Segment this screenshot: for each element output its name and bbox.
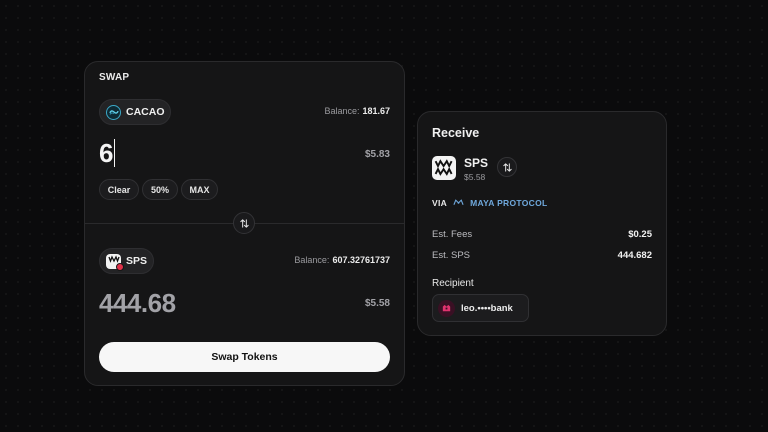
sps-token-icon: [432, 156, 456, 180]
recipient-label: Recipient: [432, 278, 474, 289]
to-token-selector[interactable]: SPS: [99, 248, 154, 274]
fees-value: $0.25: [628, 229, 652, 240]
clear-button[interactable]: Clear: [99, 179, 139, 200]
to-amount-value: 444.68: [99, 288, 176, 318]
route-info: VIA MAYA PROTOCOL: [432, 198, 548, 208]
estimate-value: 444.682: [617, 250, 652, 261]
flip-direction-button[interactable]: [233, 212, 255, 234]
swap-arrows-icon: [239, 218, 249, 228]
receive-title: Receive: [432, 126, 480, 140]
receive-card: Receive SPS $5.58 VIA MAYA PROTOCOL Est.…: [417, 111, 667, 336]
from-balance: Balance: 181.67: [324, 106, 390, 116]
to-usd-value: $5.58: [364, 298, 390, 309]
to-token-label: SPS: [126, 255, 148, 267]
text-caret: [113, 139, 116, 167]
max-button[interactable]: MAX: [181, 179, 218, 200]
estimate-label: Est. SPS: [432, 250, 471, 261]
receive-swap-button[interactable]: [497, 157, 517, 177]
from-balance-label: Balance:: [324, 106, 360, 116]
protocol-name: MAYA PROTOCOL: [470, 198, 548, 208]
from-amount-value: 6: [99, 138, 113, 168]
via-label: VIA: [432, 198, 448, 208]
cacao-token-icon: [106, 104, 121, 120]
fees-row: Est. Fees $0.25: [432, 229, 652, 240]
network-badge-icon: [116, 262, 124, 271]
swap-arrows-icon: [502, 162, 512, 172]
to-balance-label: Balance:: [294, 255, 330, 265]
from-balance-value: 181.67: [362, 106, 390, 116]
receive-token-label: SPS: [464, 156, 489, 170]
to-balance-value: 607.32761737: [332, 255, 390, 265]
leo-avatar-icon: [438, 299, 455, 317]
swap-title: SWAP: [99, 72, 130, 83]
receive-usd-value: $5.58: [464, 172, 486, 182]
recipient-value: leo.••••bank: [461, 302, 513, 314]
from-amount-input[interactable]: 6: [99, 138, 116, 169]
to-balance: Balance: 607.32761737: [294, 255, 390, 265]
maya-protocol-icon: [453, 198, 464, 208]
estimate-row: Est. SPS 444.682: [432, 250, 652, 261]
from-token-label: CACAO: [126, 106, 165, 118]
from-usd-value: $5.83: [364, 149, 390, 160]
swap-tokens-button[interactable]: Swap Tokens: [99, 342, 390, 372]
from-token-selector[interactable]: CACAO: [99, 99, 171, 125]
recipient-selector[interactable]: leo.••••bank: [432, 294, 529, 322]
swap-card: SWAP CACAO Balance: 181.67 6 $5.83 Clear …: [84, 61, 405, 386]
fees-label: Est. Fees: [432, 229, 473, 240]
half-button[interactable]: 50%: [142, 179, 178, 200]
sps-token-icon: [106, 253, 124, 271]
